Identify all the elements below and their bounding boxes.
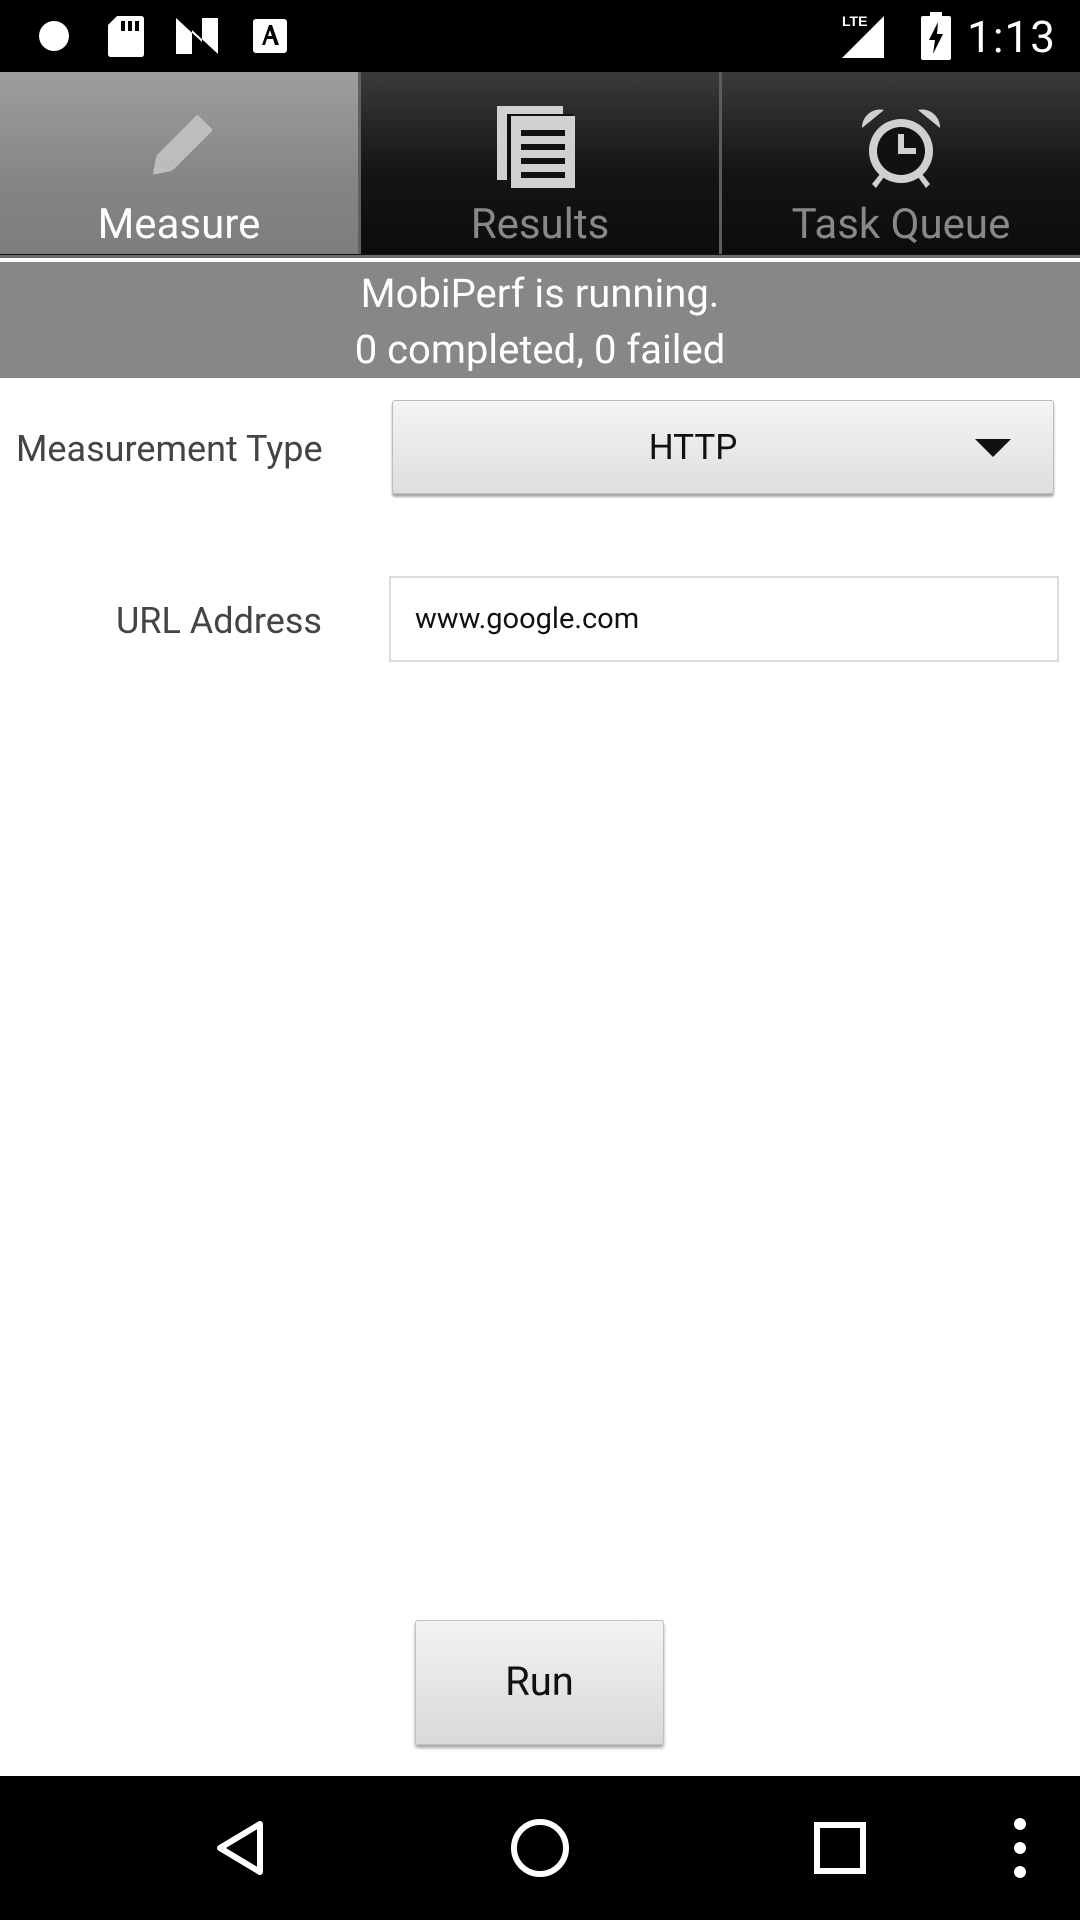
n-notification-icon bbox=[172, 0, 222, 72]
lte-signal-icon: LTE bbox=[840, 0, 886, 72]
tab-bar: Measure Results Task Queue bbox=[0, 72, 1080, 258]
back-icon[interactable] bbox=[170, 1776, 310, 1920]
document-list-icon bbox=[361, 92, 719, 202]
alarm-clock-icon bbox=[722, 92, 1080, 202]
recents-icon[interactable] bbox=[770, 1776, 910, 1920]
url-address-input[interactable] bbox=[389, 576, 1059, 662]
measurement-type-spinner[interactable]: HTTP bbox=[392, 400, 1054, 494]
tab-task-queue[interactable]: Task Queue bbox=[722, 72, 1080, 254]
tab-label: Task Queue bbox=[791, 200, 1011, 249]
home-icon[interactable] bbox=[470, 1776, 610, 1920]
battery-charging-icon bbox=[918, 0, 954, 72]
navigation-bar bbox=[0, 1776, 1080, 1920]
status-running-text: MobiPerf is running. bbox=[360, 270, 720, 317]
measurement-type-label: Measurement Type bbox=[16, 428, 323, 470]
a-notification-icon bbox=[250, 0, 290, 72]
dropdown-arrow-icon bbox=[975, 439, 1011, 457]
sd-card-icon bbox=[106, 0, 146, 72]
tab-label: Results bbox=[470, 200, 610, 249]
status-count-text: 0 completed, 0 failed bbox=[354, 326, 726, 373]
run-button[interactable]: Run bbox=[415, 1620, 664, 1745]
tab-label: Measure bbox=[97, 200, 261, 249]
overflow-menu-icon[interactable] bbox=[950, 1776, 1080, 1920]
status-bar: LTE 1:13 bbox=[0, 0, 1080, 72]
tab-results[interactable]: Results bbox=[361, 72, 722, 254]
circle-notification-icon bbox=[32, 0, 76, 72]
pencil-icon bbox=[0, 92, 358, 202]
svg-text:LTE: LTE bbox=[842, 13, 867, 29]
measurement-type-value: HTTP bbox=[648, 427, 738, 468]
tab-divider bbox=[0, 255, 1080, 258]
clock-time: 1:13 bbox=[967, 11, 1056, 63]
status-banner: MobiPerf is running. 0 completed, 0 fail… bbox=[0, 262, 1080, 378]
tab-measure[interactable]: Measure bbox=[0, 72, 361, 254]
url-address-label: URL Address bbox=[115, 600, 322, 642]
